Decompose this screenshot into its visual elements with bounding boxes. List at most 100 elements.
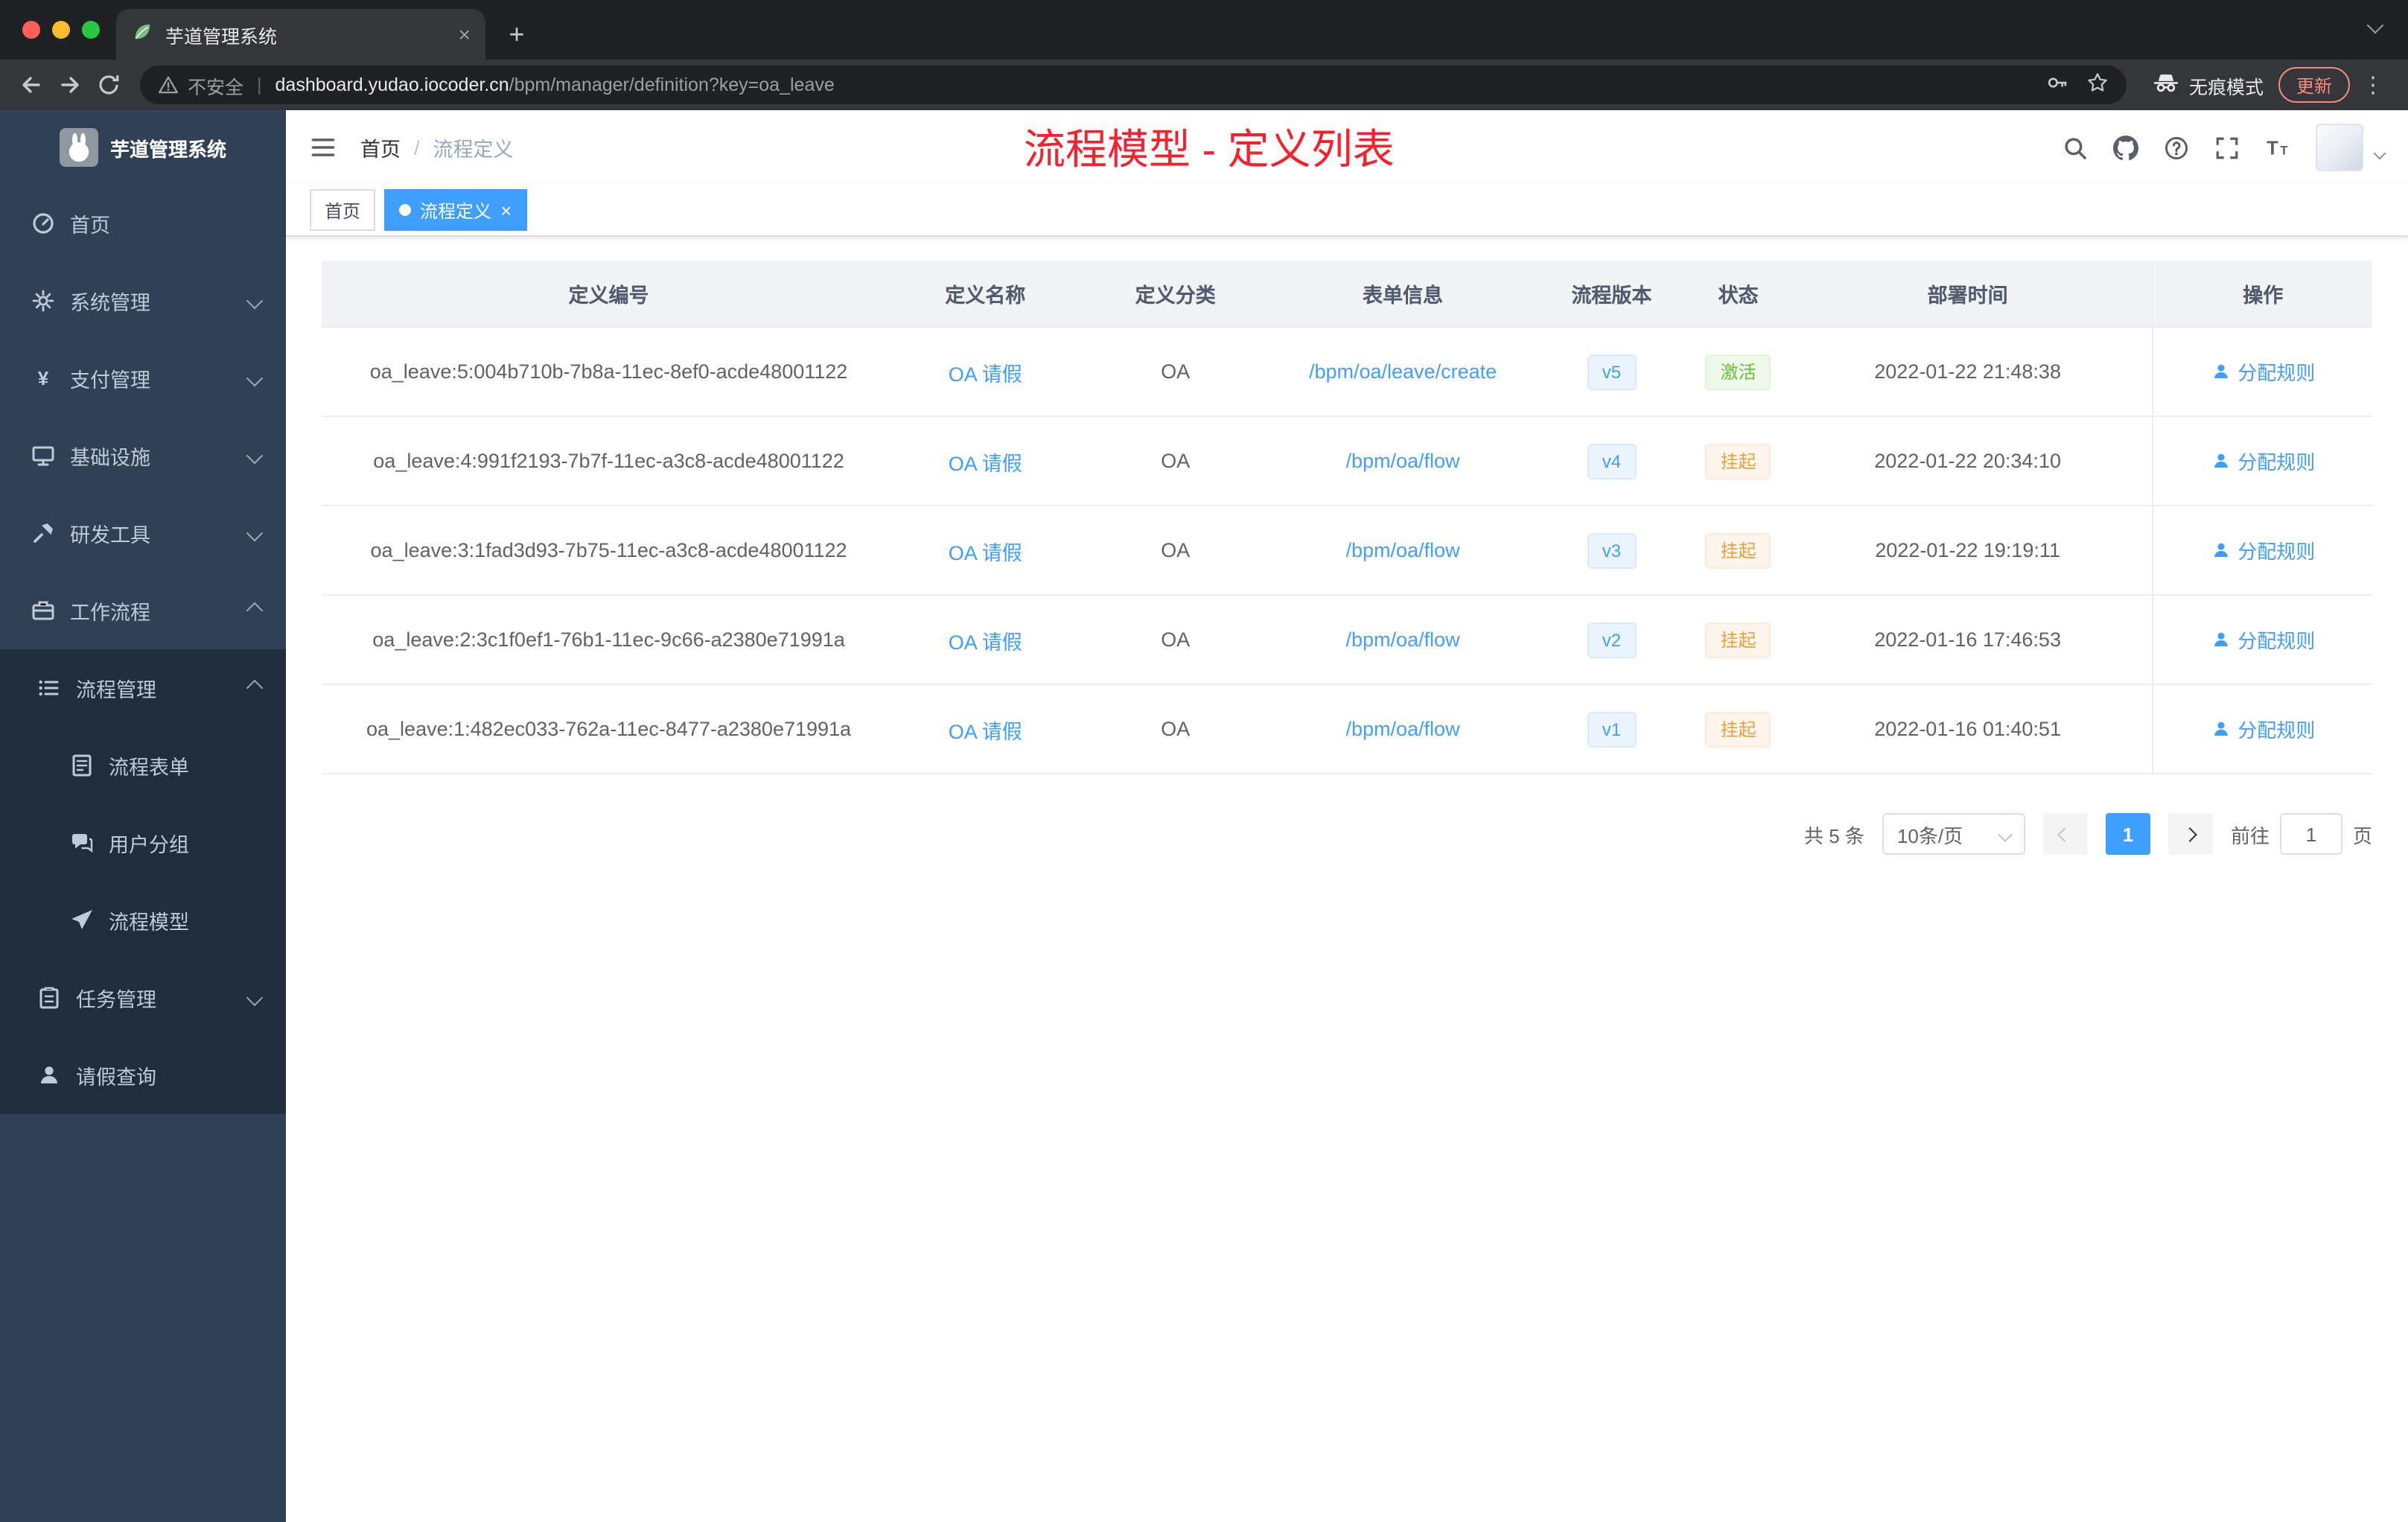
form-info-link[interactable]: /bpm/oa/flow (1346, 450, 1460, 472)
definition-id-cell: oa_leave:4:991f2193-7b7f-11ec-a3c8-acde4… (322, 416, 896, 506)
column-header-1: 定义名称 (896, 261, 1075, 328)
url-path: /bpm/manager/definition?key=oa_leave (509, 74, 835, 95)
search-icon[interactable] (2063, 135, 2088, 160)
tag-close-icon[interactable]: × (500, 199, 512, 221)
back-button[interactable] (12, 66, 51, 104)
security-warning-icon[interactable] (158, 74, 179, 95)
tool-icon (30, 521, 55, 545)
chevron-down-icon (246, 524, 264, 542)
avatar-caret-icon[interactable] (2373, 138, 2386, 165)
table-row: oa_leave:3:1fad3d93-7b75-11ec-a3c8-acde4… (322, 506, 2372, 596)
bookmark-star-icon[interactable] (2086, 71, 2109, 98)
browser-menu-icon[interactable]: ⋮ (2362, 71, 2384, 98)
definition-name-link[interactable]: OA 请假 (949, 541, 1022, 564)
assign-rule-link[interactable]: 分配规则 (2211, 625, 2315, 654)
sidebar-item-2[interactable]: ¥ 支付管理 (0, 340, 286, 417)
person-icon (2214, 722, 2228, 736)
browser-tab[interactable]: 芋道管理系统 × (116, 9, 485, 60)
url-separator: | (257, 74, 262, 95)
deploy-time-cell: 2022-01-22 19:19:11 (1783, 506, 2153, 596)
new-tab-button[interactable]: + (497, 15, 536, 54)
avatar[interactable] (2316, 124, 2363, 171)
sidebar-item-5[interactable]: 工作流程 (0, 572, 286, 649)
assign-rule-link[interactable]: 分配规则 (2211, 357, 2315, 386)
form-info-link[interactable]: /bpm/oa/flow (1346, 718, 1460, 740)
select-caret-icon (1998, 827, 2013, 841)
definition-category-cell: OA (1074, 506, 1276, 596)
prev-page-button[interactable] (2042, 813, 2088, 855)
breadcrumb-home[interactable]: 首页 (360, 133, 401, 162)
form-info-link[interactable]: /bpm/oa/flow (1346, 628, 1460, 651)
view-tag-1[interactable]: 流程定义 × (384, 189, 527, 231)
svg-text:T: T (2267, 138, 2278, 159)
table-header-row: 定义编号 定义名称 定义分类 表单信息 流程版本 状态 部署时间 操作 (322, 261, 2372, 328)
table-row: oa_leave:5:004b710b-7b8a-11ec-8ef0-acde4… (322, 327, 2372, 417)
sidebar-item-11[interactable]: 请假查询 (0, 1037, 286, 1114)
form-info-link[interactable]: /bpm/oa/flow (1346, 539, 1460, 561)
security-label: 不安全 (188, 77, 244, 98)
sidebar-item-3[interactable]: 基础设施 (0, 417, 286, 494)
definition-category-cell: OA (1074, 684, 1276, 774)
next-page-button[interactable] (2167, 813, 2213, 855)
page-content: 定义编号 定义名称 定义分类 表单信息 流程版本 状态 部署时间 操作 oa_leave:5:… (286, 237, 2408, 1522)
sidebar: 芋道管理系统 首页 系统管理 ¥ 支付管理 基础设施 研发工具 工作流程 流程管… (0, 110, 286, 1522)
definition-id-cell: oa_leave:2:3c1f0ef1-76b1-11ec-9c66-a2380… (322, 595, 896, 685)
sidebar-item-7[interactable]: 流程表单 (0, 727, 286, 804)
page-size-select[interactable]: 10条/页 (1882, 813, 2025, 855)
form-info-link[interactable]: /bpm/oa/leave/create (1309, 360, 1497, 383)
version-badge: v4 (1587, 443, 1637, 479)
tab-close-icon[interactable]: × (459, 22, 471, 46)
address-bar[interactable]: 不安全 | dashboard.yudao.iocoder.cn/bpm/man… (140, 66, 2127, 104)
tab-strip-chevron-icon[interactable] (2366, 12, 2384, 39)
monitor-icon (30, 444, 55, 468)
reload-button[interactable] (89, 66, 128, 104)
brand-logo (59, 128, 98, 167)
assign-rule-link[interactable]: 分配规则 (2211, 536, 2315, 564)
incognito-badge: 无痕模式 (2153, 70, 2264, 100)
assign-rule-link[interactable]: 分配规则 (2211, 447, 2315, 475)
goto-prefix: 前往 (2230, 824, 2270, 847)
zoom-window-button[interactable] (82, 21, 100, 39)
hamburger-icon[interactable] (310, 134, 337, 161)
close-window-button[interactable] (22, 21, 40, 39)
status-badge: 挂起 (1705, 443, 1771, 479)
definition-id-cell: oa_leave:1:482ec033-762a-11ec-8477-a2380… (322, 684, 896, 774)
version-badge: v1 (1587, 711, 1637, 747)
key-icon[interactable] (2046, 71, 2068, 98)
page-1-button[interactable]: 1 (2105, 813, 2150, 855)
fullscreen-icon[interactable] (2214, 135, 2240, 160)
update-button[interactable]: 更新 (2278, 67, 2350, 103)
chevron-down-icon (246, 989, 264, 1007)
sidebar-item-10[interactable]: 任务管理 (0, 959, 286, 1037)
assign-rule-link[interactable]: 分配规则 (2211, 715, 2315, 743)
goto-page-input[interactable] (2279, 813, 2342, 855)
deploy-time-cell: 2022-01-16 01:40:51 (1783, 684, 2153, 774)
chevron-down-icon (246, 369, 264, 387)
definition-name-link[interactable]: OA 请假 (949, 452, 1022, 474)
incognito-icon (2153, 70, 2179, 100)
sidebar-item-1[interactable]: 系统管理 (0, 262, 286, 340)
github-icon[interactable] (2113, 135, 2138, 160)
version-badge: v2 (1587, 622, 1637, 657)
briefcase-icon (30, 599, 55, 623)
url-host: dashboard.yudao.iocoder.cn (275, 74, 509, 95)
chevron-down-icon (246, 447, 264, 465)
sidebar-item-0[interactable]: 首页 (0, 185, 286, 262)
definition-name-link[interactable]: OA 请假 (949, 720, 1022, 742)
definition-name-link[interactable]: OA 请假 (949, 631, 1022, 653)
definition-name-link[interactable]: OA 请假 (949, 363, 1022, 385)
font-size-icon[interactable]: TT (2265, 135, 2290, 160)
help-icon[interactable] (2164, 135, 2189, 160)
column-header-2: 定义分类 (1074, 261, 1276, 328)
sidebar-item-6[interactable]: 流程管理 (0, 649, 286, 727)
goto-suffix: 页 (2352, 824, 2372, 847)
forward-button[interactable] (51, 66, 89, 104)
sidebar-item-4[interactable]: 研发工具 (0, 494, 286, 572)
minimize-window-button[interactable] (52, 21, 70, 39)
status-badge: 挂起 (1705, 622, 1771, 657)
sidebar-item-9[interactable]: 流程模型 (0, 882, 286, 959)
tags-view: 首页 流程定义 × (286, 185, 2408, 237)
definition-category-cell: OA (1074, 595, 1276, 685)
sidebar-item-8[interactable]: 用户分组 (0, 804, 286, 882)
view-tag-0[interactable]: 首页 (310, 189, 376, 231)
